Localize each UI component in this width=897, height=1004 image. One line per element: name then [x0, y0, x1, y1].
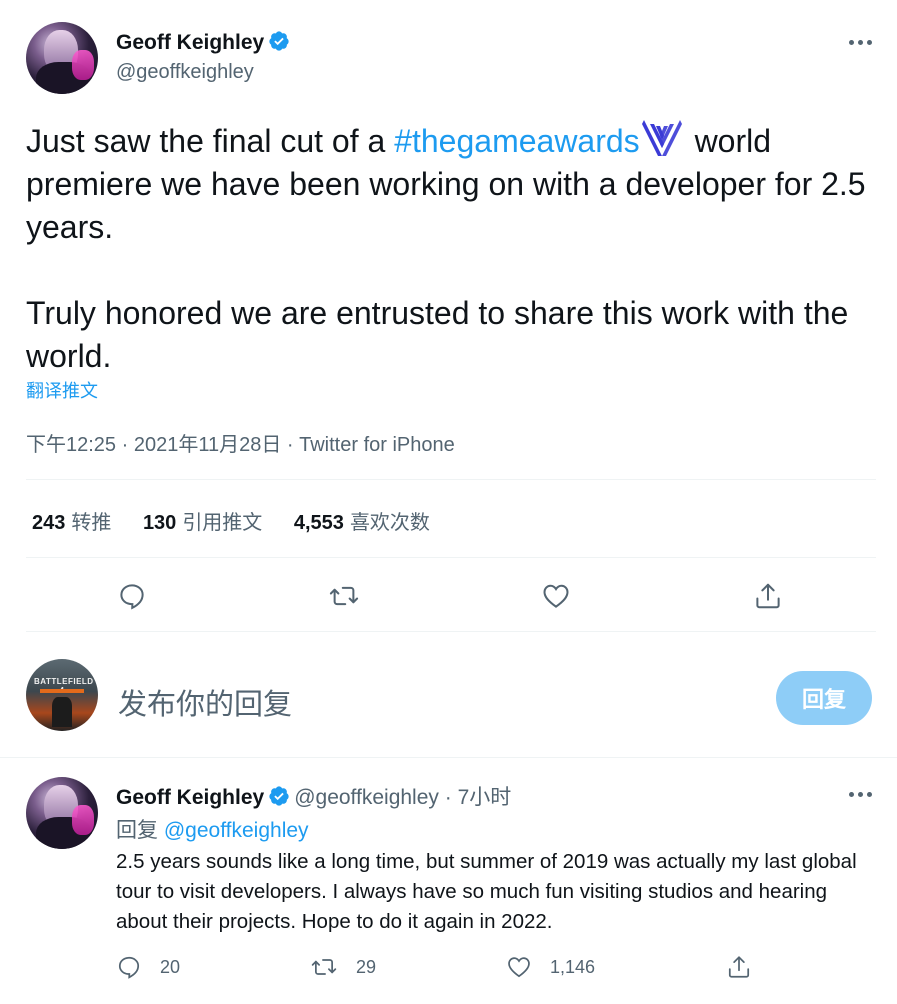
- reply-input[interactable]: 发布你的回复: [118, 681, 292, 723]
- more-icon[interactable]: [849, 37, 875, 47]
- likes-stat[interactable]: 4,553 喜欢次数: [294, 512, 430, 534]
- replying-mention[interactable]: @geoffkeighley: [164, 819, 309, 842]
- meta-separator-2: ·: [281, 434, 300, 456]
- reply-author-handle[interactable]: @geoffkeighley: [294, 786, 439, 809]
- tweet-source[interactable]: Twitter for iPhone: [299, 434, 455, 456]
- tweet-meta: 下午12:25 · 2021年11月28日 · Twitter for iPho…: [26, 428, 455, 457]
- retweet-icon: [311, 959, 337, 975]
- reply-reply-button[interactable]: 20: [116, 954, 180, 980]
- retweets-stat[interactable]: 243 转推: [32, 512, 111, 534]
- reply-like-button[interactable]: 1,146: [506, 954, 595, 980]
- verified-badge-icon: [269, 31, 289, 51]
- tweet-time[interactable]: 下午12:25: [26, 434, 116, 456]
- tga-emoji-icon: [641, 120, 682, 156]
- tweet-date[interactable]: 2021年11月28日: [134, 434, 282, 456]
- reply-text: 2.5 years sounds like a long time, but s…: [116, 850, 857, 933]
- reply-header: Geoff Keighley @geoffkeighley · 7小时: [116, 781, 511, 811]
- like-button[interactable]: [539, 579, 573, 613]
- retweet-icon: [329, 586, 359, 606]
- share-icon: [728, 956, 750, 978]
- hashtag-link[interactable]: #thegameawards: [394, 123, 639, 159]
- reply-share-button[interactable]: [726, 954, 752, 980]
- reply-author-avatar[interactable]: [26, 777, 98, 849]
- divider: [26, 631, 876, 632]
- reply-more-icon[interactable]: [849, 789, 875, 799]
- quotes-stat[interactable]: 130 引用推文: [143, 512, 262, 534]
- reply-time[interactable]: 7小时: [458, 786, 512, 809]
- meta-separator: ·: [116, 434, 134, 456]
- reply-retweet-button[interactable]: 29: [310, 954, 376, 980]
- reply-likes-count: 1,146: [550, 956, 596, 977]
- replying-to: 回复 @geoffkeighley: [116, 814, 309, 844]
- submit-reply-button[interactable]: 回复: [776, 671, 872, 725]
- replying-prefix: 回复: [116, 819, 158, 842]
- author-handle[interactable]: @geoffkeighley: [116, 61, 254, 84]
- author-name[interactable]: Geoff Keighley: [116, 31, 264, 54]
- author-avatar[interactable]: [26, 22, 98, 94]
- verified-badge-icon: [269, 786, 289, 806]
- reply-replies-count: 20: [160, 956, 181, 977]
- tweet-text-paragraph2: Truly honored we are entrusted to share …: [26, 295, 849, 374]
- divider: [26, 557, 876, 558]
- meta-separator: ·: [438, 786, 458, 809]
- share-button[interactable]: [751, 579, 785, 613]
- reply-icon: [118, 956, 140, 979]
- like-icon: [508, 957, 530, 978]
- like-icon: [543, 584, 569, 608]
- divider: [0, 757, 897, 758]
- reply-retweets-count: 29: [356, 956, 377, 977]
- tweet-text-part1: Just saw the final cut of a: [26, 123, 395, 159]
- tweet-stats: 243 转推 130 引用推文 4,553 喜欢次数: [32, 506, 456, 535]
- divider: [26, 479, 876, 480]
- author-name-row[interactable]: Geoff Keighley: [116, 30, 290, 55]
- share-icon: [756, 583, 780, 609]
- user-avatar[interactable]: BATTLEFIELD 4: [26, 659, 98, 731]
- reply-author-name[interactable]: Geoff Keighley: [116, 786, 264, 809]
- reply-icon: [120, 584, 144, 610]
- reply-button[interactable]: [115, 579, 149, 613]
- translate-link[interactable]: 翻译推文: [26, 377, 98, 403]
- tweet-text: Just saw the final cut of a #thegameawar…: [26, 118, 876, 378]
- retweet-button[interactable]: [327, 579, 361, 613]
